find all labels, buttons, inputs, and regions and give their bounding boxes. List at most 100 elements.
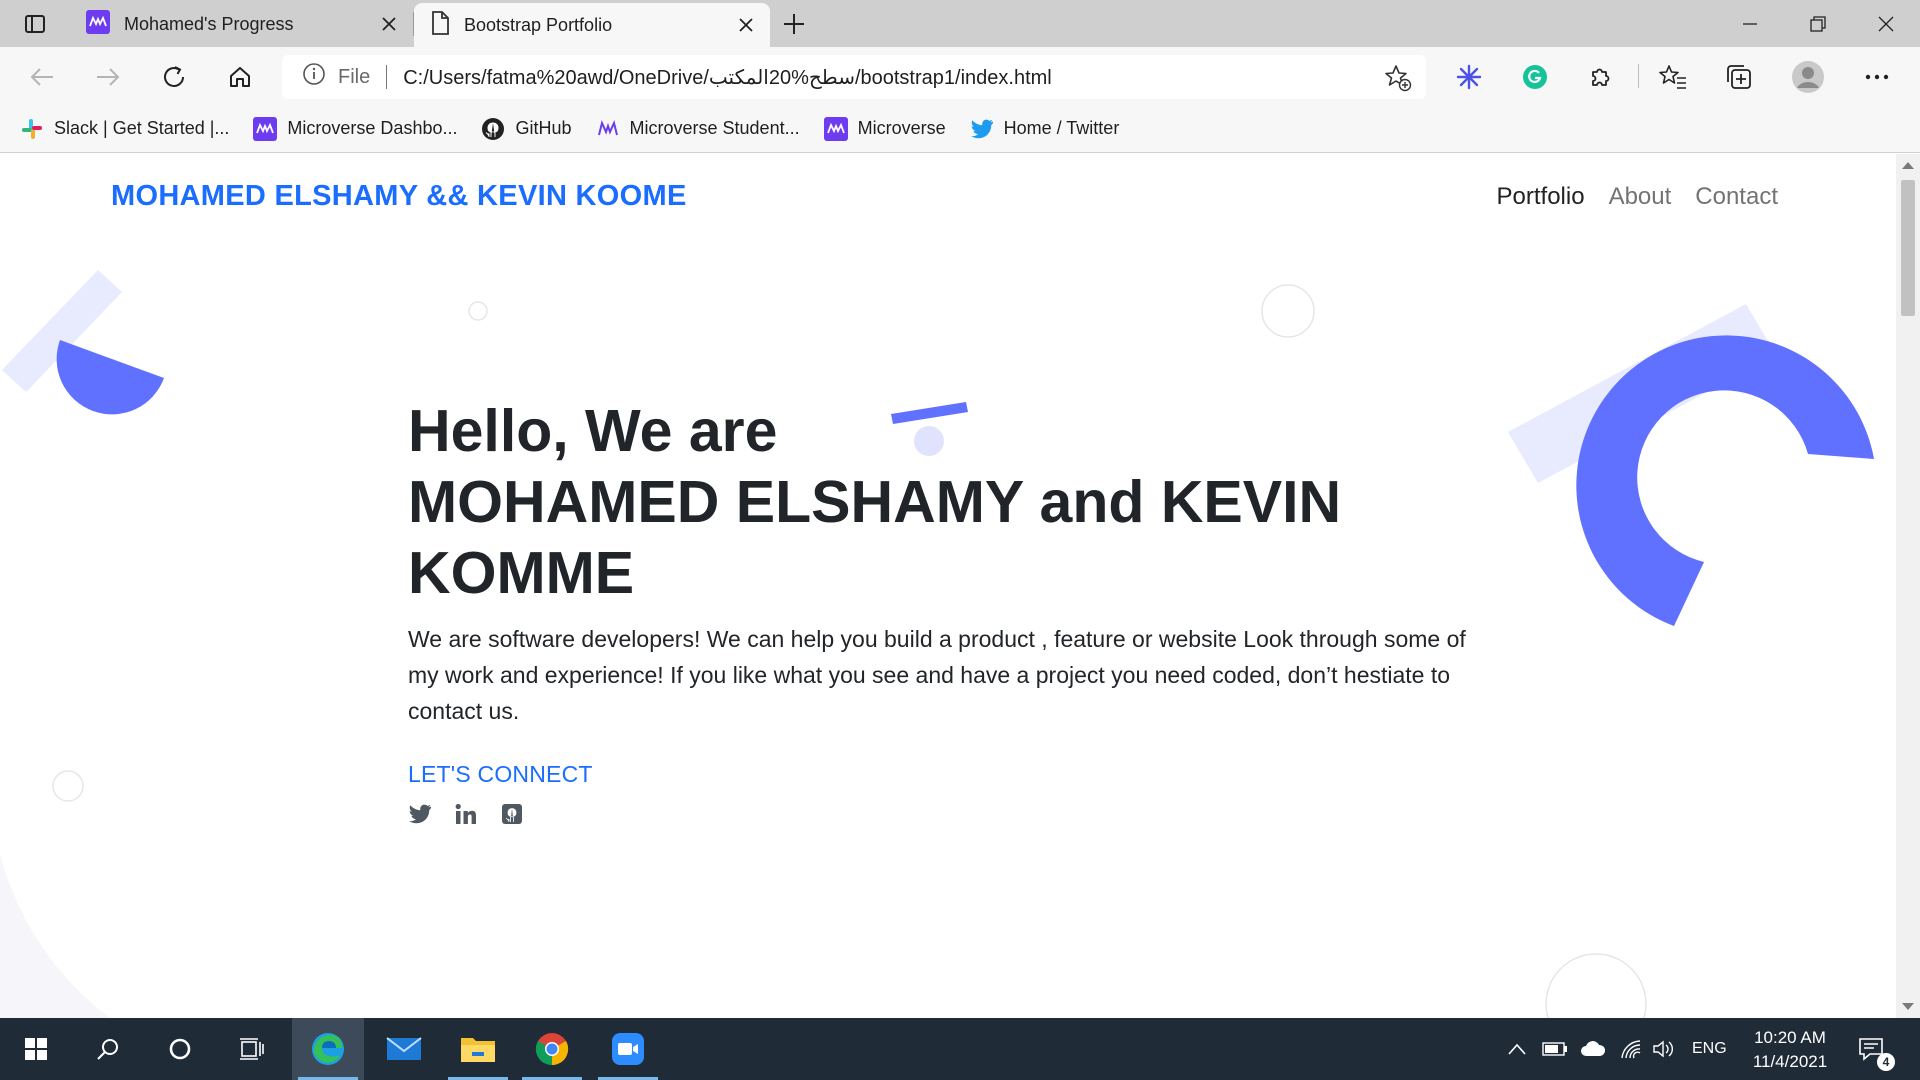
address-bar[interactable]: File C:/Users/fatma%20awd/OneDrive/سطح%2… [282,55,1426,99]
scroll-thumb[interactable] [1901,180,1915,316]
url-text[interactable]: C:/Users/fatma%20awd/OneDrive/سطح%20المك… [403,65,1052,90]
brand-logo[interactable]: MOHAMED ELSHAMY && KEVIN KOOME [111,180,687,213]
bookmark-label: Microverse [857,118,946,138]
address-separator [386,65,388,89]
bookmark-twitter[interactable]: Home / Twitter [970,117,1120,141]
system-clock[interactable]: 10:20 AM 11/4/2021 [1740,1026,1840,1074]
task-view-button[interactable] [216,1018,288,1080]
cortana-button[interactable] [144,1018,216,1080]
close-window-button[interactable] [1852,0,1920,47]
browser-toolbar: File C:/Users/fatma%20awd/OneDrive/سطح%2… [0,47,1920,105]
wifi-icon [1621,1040,1641,1059]
taskbar-mail[interactable] [368,1018,440,1080]
new-tab-button[interactable] [771,4,817,44]
bookmark-microverse-student[interactable]: Microverse Student... [596,117,800,141]
favorites-button[interactable] [1656,60,1690,94]
grammarly-icon [1523,65,1547,89]
onedrive-button[interactable] [1580,1018,1606,1080]
github-icon[interactable] [500,802,524,826]
bookmark-microverse[interactable]: Microverse [823,116,946,141]
tab-actions-button[interactable] [0,0,70,47]
page-scrollbar[interactable] [1896,154,1920,1018]
bookmark-slack[interactable]: Slack | Get Started |... [20,117,229,141]
avatar-icon [1792,61,1824,93]
forward-button[interactable] [91,60,125,94]
hero-heading-line2: MOHAMED ELSHAMY and KEVIN KOMME [408,469,1342,606]
minimize-button[interactable] [1716,0,1784,47]
hero-heading: Hello, We are MOHAMED ELSHAMY and KEVIN … [408,396,1498,609]
back-button[interactable] [25,60,59,94]
main-nav: Portfolio About Contact [1473,183,1778,211]
nav-portfolio[interactable]: Portfolio [1497,183,1585,211]
close-tab-icon[interactable] [736,15,756,35]
right-arc-shape [1576,335,1874,626]
tab-mohameds-progress[interactable]: Mohamed's Progress [70,4,414,44]
taskbar-edge[interactable] [292,1018,364,1080]
bookmark-github[interactable]: GitHub [481,117,572,141]
clock-date: 11/4/2021 [1752,1052,1828,1071]
taskbar-zoom[interactable] [592,1018,664,1080]
close-tab-icon[interactable] [379,14,399,34]
scroll-up-icon[interactable] [1902,162,1914,169]
show-hidden-icons-button[interactable] [1508,1018,1526,1080]
home-button[interactable] [223,60,257,94]
add-favorite-icon[interactable] [1384,64,1412,98]
clock-time: 10:20 AM [1754,1028,1826,1047]
twitter-icon[interactable] [408,802,432,826]
nav-contact[interactable]: Contact [1695,183,1778,211]
puzzle-icon [1592,68,1610,86]
volume-button[interactable] [1652,1018,1676,1080]
tab-bootstrap-portfolio[interactable]: Bootstrap Portfolio [414,3,770,47]
large-circle-shape [1545,953,1647,1018]
bookmark-label: Slack | Get Started |... [54,118,230,138]
bookmark-microverse-dashboard[interactable]: Microverse Dashbo... [253,116,457,141]
more-menu-button[interactable] [1860,60,1894,94]
lets-connect-link[interactable]: LET'S CONNECT [408,761,1498,788]
taskbar-chrome[interactable] [516,1018,588,1080]
tab-actions-icon [25,14,45,33]
scroll-down-icon[interactable] [1902,1003,1914,1010]
input-language[interactable]: ENG [1692,1018,1727,1080]
microverse-icon [86,9,110,39]
cloud-icon [1581,1041,1606,1056]
linkedin-icon[interactable] [454,802,478,826]
twitter-icon [970,117,994,141]
back-arrow-icon [30,68,53,86]
network-button[interactable] [1620,1018,1642,1080]
refresh-button[interactable] [157,60,191,94]
collections-icon [1727,65,1751,89]
search-button[interactable] [72,1018,144,1080]
window-controls [1716,0,1920,47]
extensions-button[interactable] [1584,60,1618,94]
zoom-icon [612,1033,644,1065]
bookmark-label: Home / Twitter [1003,118,1120,138]
taskbar-file-explorer[interactable] [442,1018,514,1080]
bookmarks-bar: Slack | Get Started |... Microverse Dash… [0,105,1920,153]
mail-icon [386,1037,422,1060]
task-view-icon [240,1038,264,1060]
edge-icon [312,1033,344,1065]
file-icon [430,10,450,40]
tab-title: Bootstrap Portfolio [464,14,613,35]
snowflake-icon [1456,64,1482,90]
battery-icon [1542,1042,1567,1056]
microverse-icon [253,116,278,141]
medium-circle-shape [1261,284,1315,338]
info-icon[interactable] [302,62,326,92]
close-icon [1878,16,1894,31]
hero-heading-line1: Hello, We are [408,398,778,464]
extension-snowflake-button[interactable] [1452,60,1486,94]
nav-about[interactable]: About [1609,183,1672,211]
restore-button[interactable] [1784,0,1852,47]
grammarly-button[interactable] [1518,60,1552,94]
notification-center-button[interactable] [1858,1018,1884,1080]
folder-icon [461,1038,495,1062]
start-button[interactable] [0,1018,72,1080]
favorites-list-icon [1659,65,1686,89]
page-viewport: MOHAMED ELSHAMY && KEVIN KOOME Portfolio… [0,154,1896,1018]
profile-button[interactable] [1791,60,1825,94]
minimize-icon [1743,22,1757,25]
collections-button[interactable] [1722,60,1756,94]
refresh-icon [164,66,184,87]
battery-button[interactable] [1542,1018,1568,1080]
